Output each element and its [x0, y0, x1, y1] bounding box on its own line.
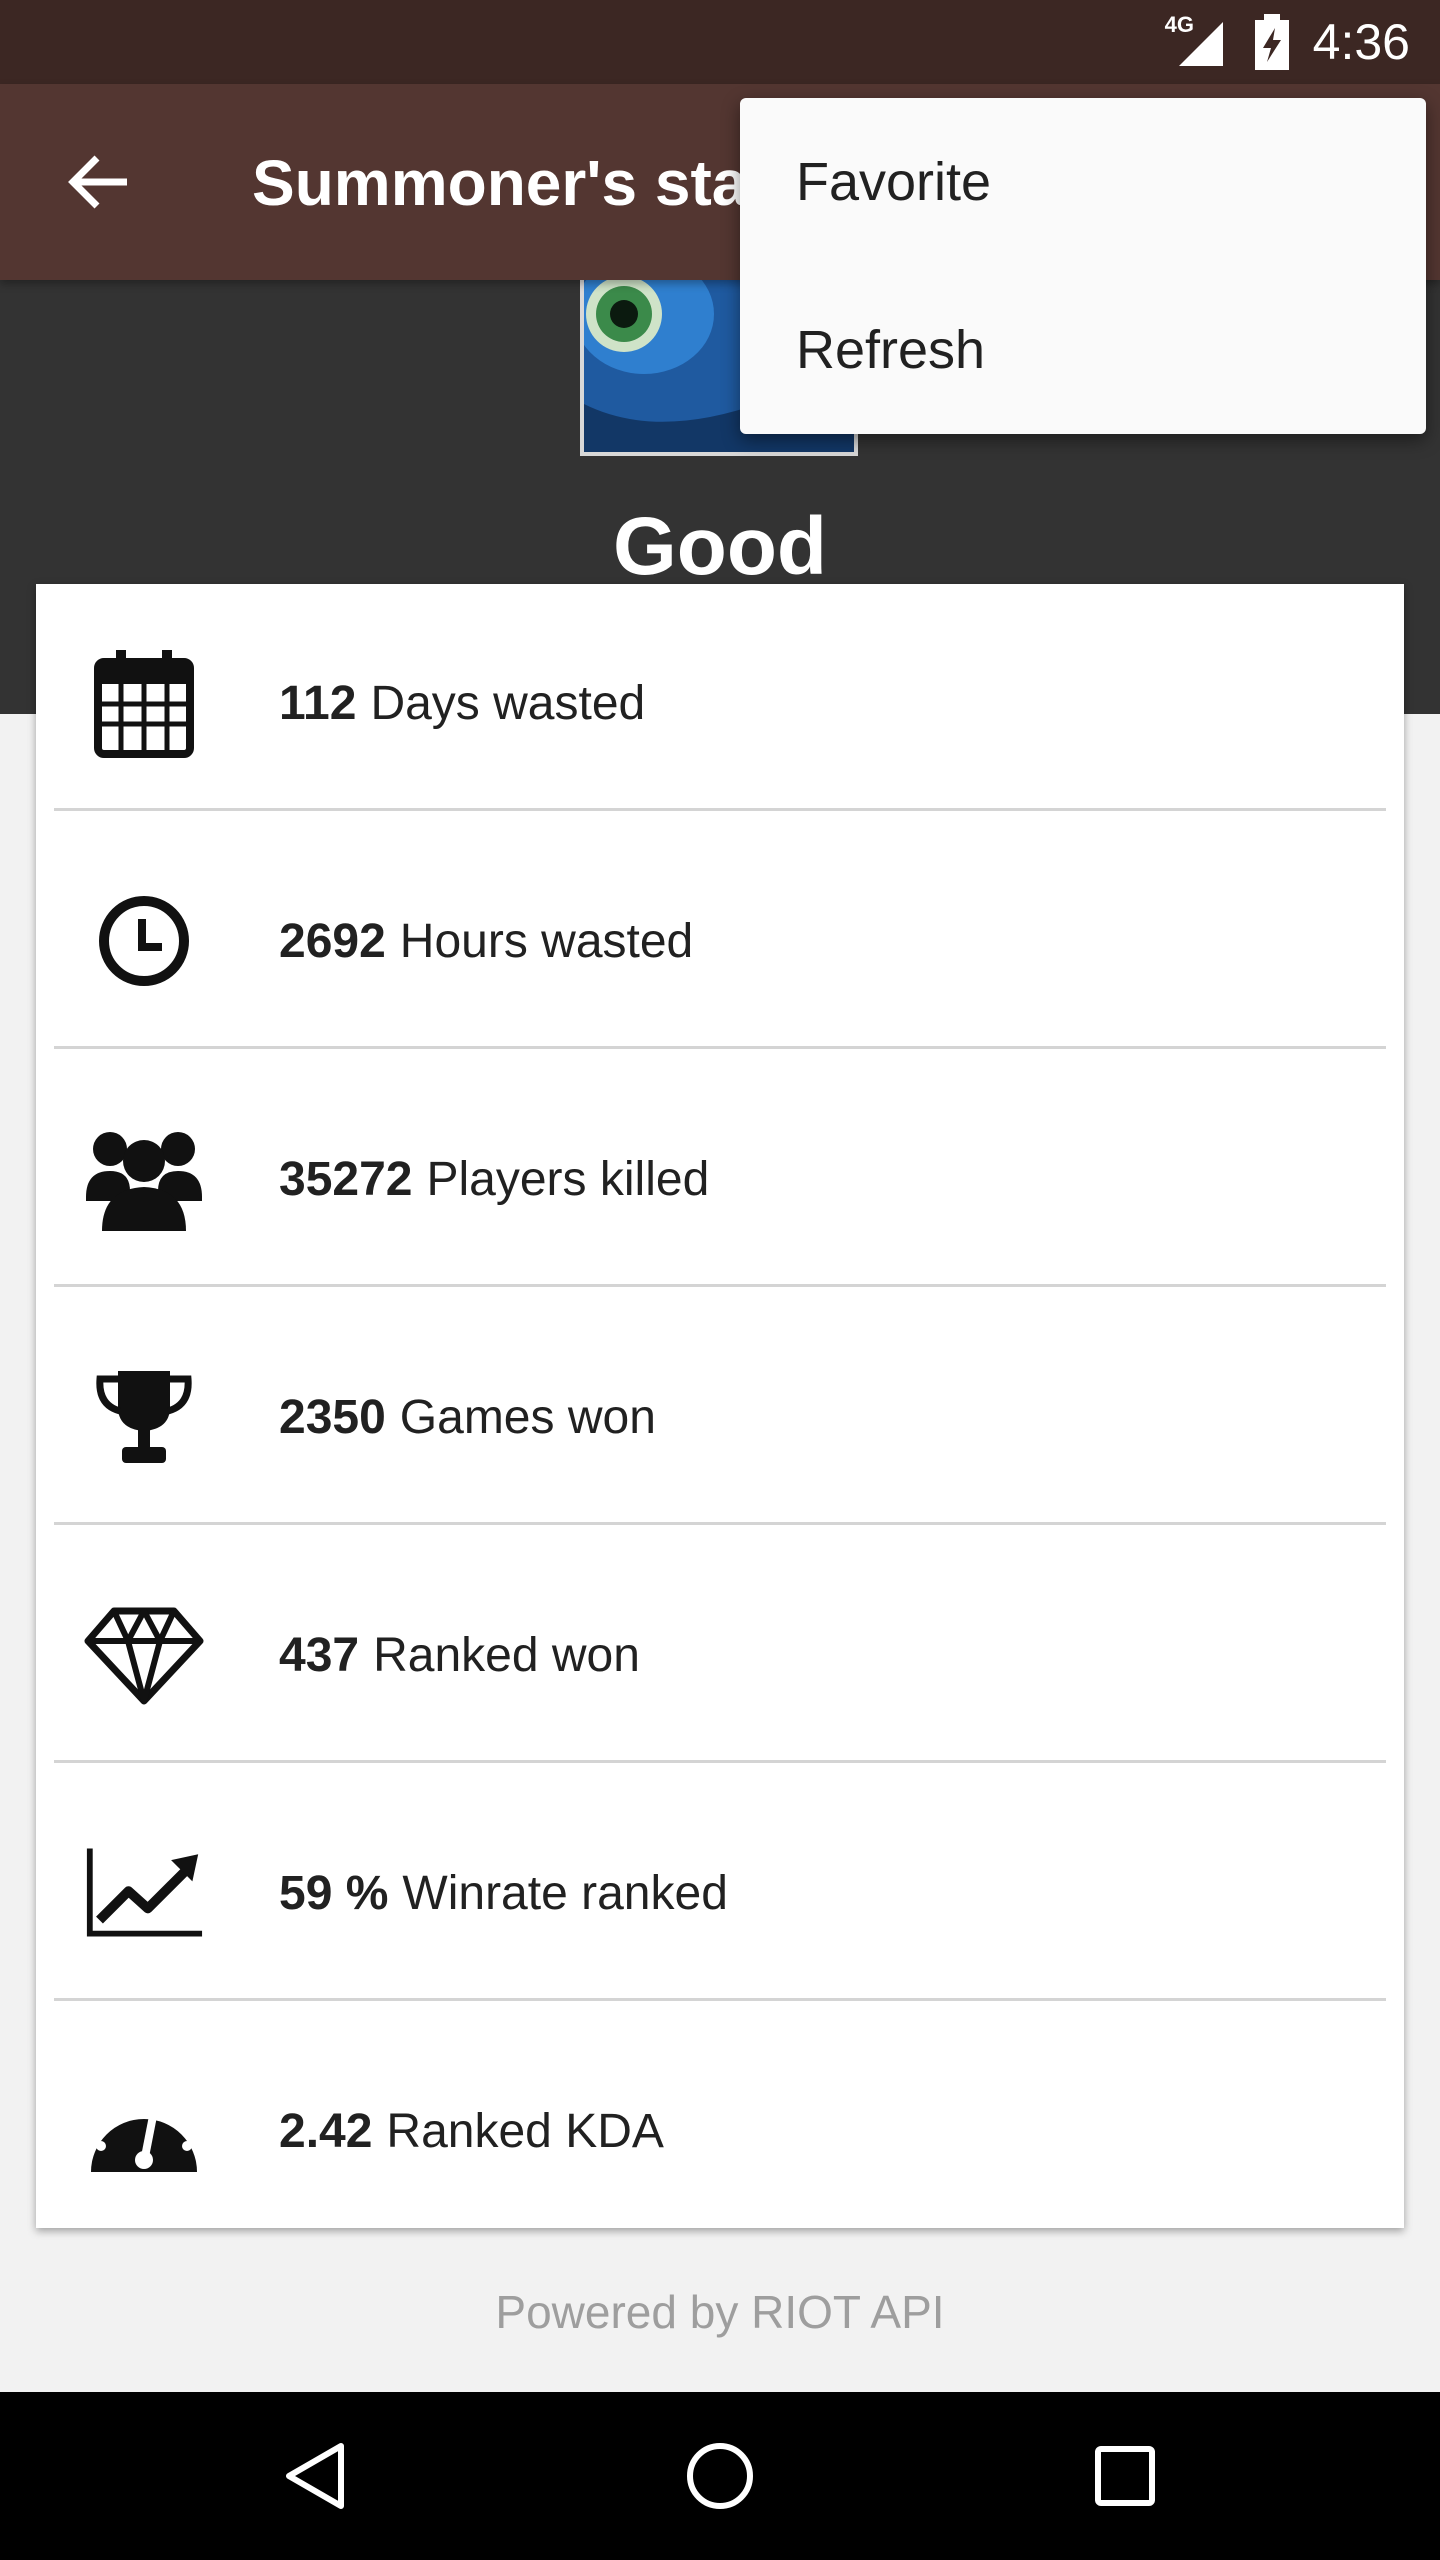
- status-bar: 4G 4:36: [0, 0, 1440, 84]
- people-icon: [84, 1119, 204, 1239]
- stat-value: 112: [279, 676, 357, 730]
- stats-card: 112 Days wasted 2692 Hours wasted 35272 …: [36, 584, 1404, 2228]
- stat-value: 2.42: [279, 2104, 373, 2158]
- triangle-back-icon: [286, 2443, 344, 2509]
- footer-credit: Powered by RIOT API: [495, 2286, 945, 2338]
- back-button[interactable]: [60, 144, 136, 220]
- battery-icon: [1253, 14, 1291, 70]
- clock-icon: [84, 881, 204, 1001]
- stat-label: Games won: [399, 1390, 656, 1444]
- stat-value: 2350: [279, 1390, 386, 1444]
- stat-label: Ranked won: [373, 1628, 640, 1682]
- stat-row-kills: 35272 Players killed: [36, 1060, 1404, 1298]
- diamond-icon: [84, 1595, 204, 1715]
- trophy-icon: [84, 1357, 204, 1477]
- stat-label: Hours wasted: [399, 914, 694, 968]
- stat-label: Days wasted: [370, 676, 646, 730]
- stat-row-hours: 2692 Hours wasted: [36, 822, 1404, 1060]
- arrow-back-icon: [68, 155, 127, 209]
- speedometer-icon: [84, 2071, 204, 2191]
- stat-row-winrate: 59 % Winrate ranked: [36, 1774, 1404, 2012]
- nav-home-button[interactable]: [670, 2426, 770, 2526]
- divider: [54, 1284, 1386, 1287]
- circle-home-icon: [687, 2443, 753, 2509]
- summoner-name: Good: [612, 501, 828, 592]
- status-icons: 4G 4:36: [1165, 0, 1410, 84]
- calendar-icon: [84, 643, 204, 763]
- stat-value: 35272: [279, 1152, 413, 1206]
- nav-back-button[interactable]: [265, 2426, 365, 2526]
- divider: [54, 1760, 1386, 1763]
- square-recents-icon: [1095, 2446, 1155, 2506]
- network-type-label: 4G: [1164, 12, 1195, 37]
- divider: [54, 808, 1386, 811]
- divider: [54, 1522, 1386, 1525]
- stat-value: 437: [279, 1628, 360, 1682]
- clock-time: 4:36: [1312, 14, 1410, 70]
- trending-up-icon: [84, 1833, 204, 1953]
- stat-label: Ranked KDA: [386, 2104, 664, 2158]
- stat-value: 59 %: [279, 1866, 389, 1920]
- stat-row-ranked: 437 Ranked won: [36, 1536, 1404, 1774]
- menu-item-favorite[interactable]: Favorite: [740, 98, 1426, 266]
- divider: [54, 1046, 1386, 1049]
- navigation-bar: [0, 2392, 1440, 2560]
- page-title: Summoner's stats: [252, 147, 805, 219]
- nav-recents-button[interactable]: [1075, 2426, 1175, 2526]
- overflow-menu: Favorite Refresh: [740, 98, 1426, 434]
- stat-row-days: 112 Days wasted: [36, 584, 1404, 822]
- stat-label: Players killed: [426, 1152, 710, 1206]
- menu-item-refresh[interactable]: Refresh: [740, 266, 1426, 434]
- stat-label: Winrate ranked: [402, 1866, 728, 1920]
- stat-row-kda: 2.42 Ranked KDA: [36, 2012, 1404, 2250]
- stat-value: 2692: [279, 914, 386, 968]
- signal-icon: 4G: [1165, 12, 1231, 70]
- divider: [54, 1998, 1386, 2001]
- stat-row-games: 2350 Games won: [36, 1298, 1404, 1536]
